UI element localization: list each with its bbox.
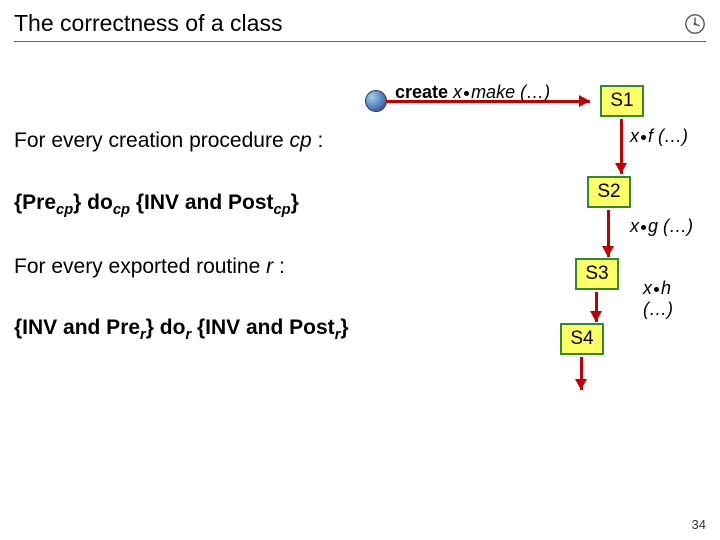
dot-icon bbox=[654, 287, 659, 292]
kw: create bbox=[395, 82, 448, 102]
txt: } bbox=[291, 191, 299, 214]
start-node bbox=[365, 90, 387, 112]
sub: cp bbox=[274, 202, 291, 218]
state-s1: S1 bbox=[600, 85, 644, 117]
txt: For every creation procedure bbox=[14, 129, 289, 152]
txt: For every exported routine bbox=[14, 255, 266, 278]
txt-cp: cp bbox=[289, 129, 311, 152]
sub: cp bbox=[113, 202, 130, 218]
call: g (…) bbox=[648, 216, 693, 236]
dot-icon bbox=[641, 225, 646, 230]
state-s3: S3 bbox=[575, 258, 619, 290]
var: x bbox=[630, 216, 639, 236]
state-s4: S4 bbox=[560, 323, 604, 355]
arrow-s2-s3 bbox=[607, 210, 610, 257]
dot-icon bbox=[641, 135, 646, 140]
call: f (…) bbox=[648, 126, 688, 146]
var: x bbox=[643, 278, 652, 298]
state-s2: S2 bbox=[587, 176, 631, 208]
var: x bbox=[630, 126, 639, 146]
txt: : bbox=[312, 129, 324, 152]
arrow-s1-s2 bbox=[620, 119, 623, 174]
dot-icon bbox=[464, 91, 469, 96]
txt: {INV and Pre bbox=[14, 316, 140, 339]
call: make (…) bbox=[471, 82, 550, 102]
sub: cp bbox=[56, 202, 73, 218]
arrow-s4-end bbox=[580, 357, 583, 390]
call-xf: x f (…) bbox=[630, 126, 688, 147]
txt: } do bbox=[146, 316, 186, 339]
var: x bbox=[448, 82, 462, 102]
clock-icon bbox=[684, 13, 706, 35]
txt: {INV and Post bbox=[130, 191, 274, 214]
arrow-create bbox=[386, 100, 590, 103]
page-number: 34 bbox=[692, 517, 706, 532]
state-diagram: create xmake (…) S1 xf (…) S2 xg (…) S3 … bbox=[350, 80, 700, 410]
txt: {INV and Post bbox=[191, 316, 335, 339]
call-xh: xh (…) bbox=[643, 278, 700, 320]
txt: : bbox=[273, 255, 285, 278]
txt: } do bbox=[73, 191, 113, 214]
txt: } bbox=[340, 316, 348, 339]
slide-title: The correctness of a class bbox=[14, 10, 282, 37]
title-bar: The correctness of a class bbox=[14, 10, 706, 42]
call-xg: x g (…) bbox=[630, 216, 693, 237]
arrow-s3-s4 bbox=[595, 292, 598, 322]
txt: {Pre bbox=[14, 191, 56, 214]
